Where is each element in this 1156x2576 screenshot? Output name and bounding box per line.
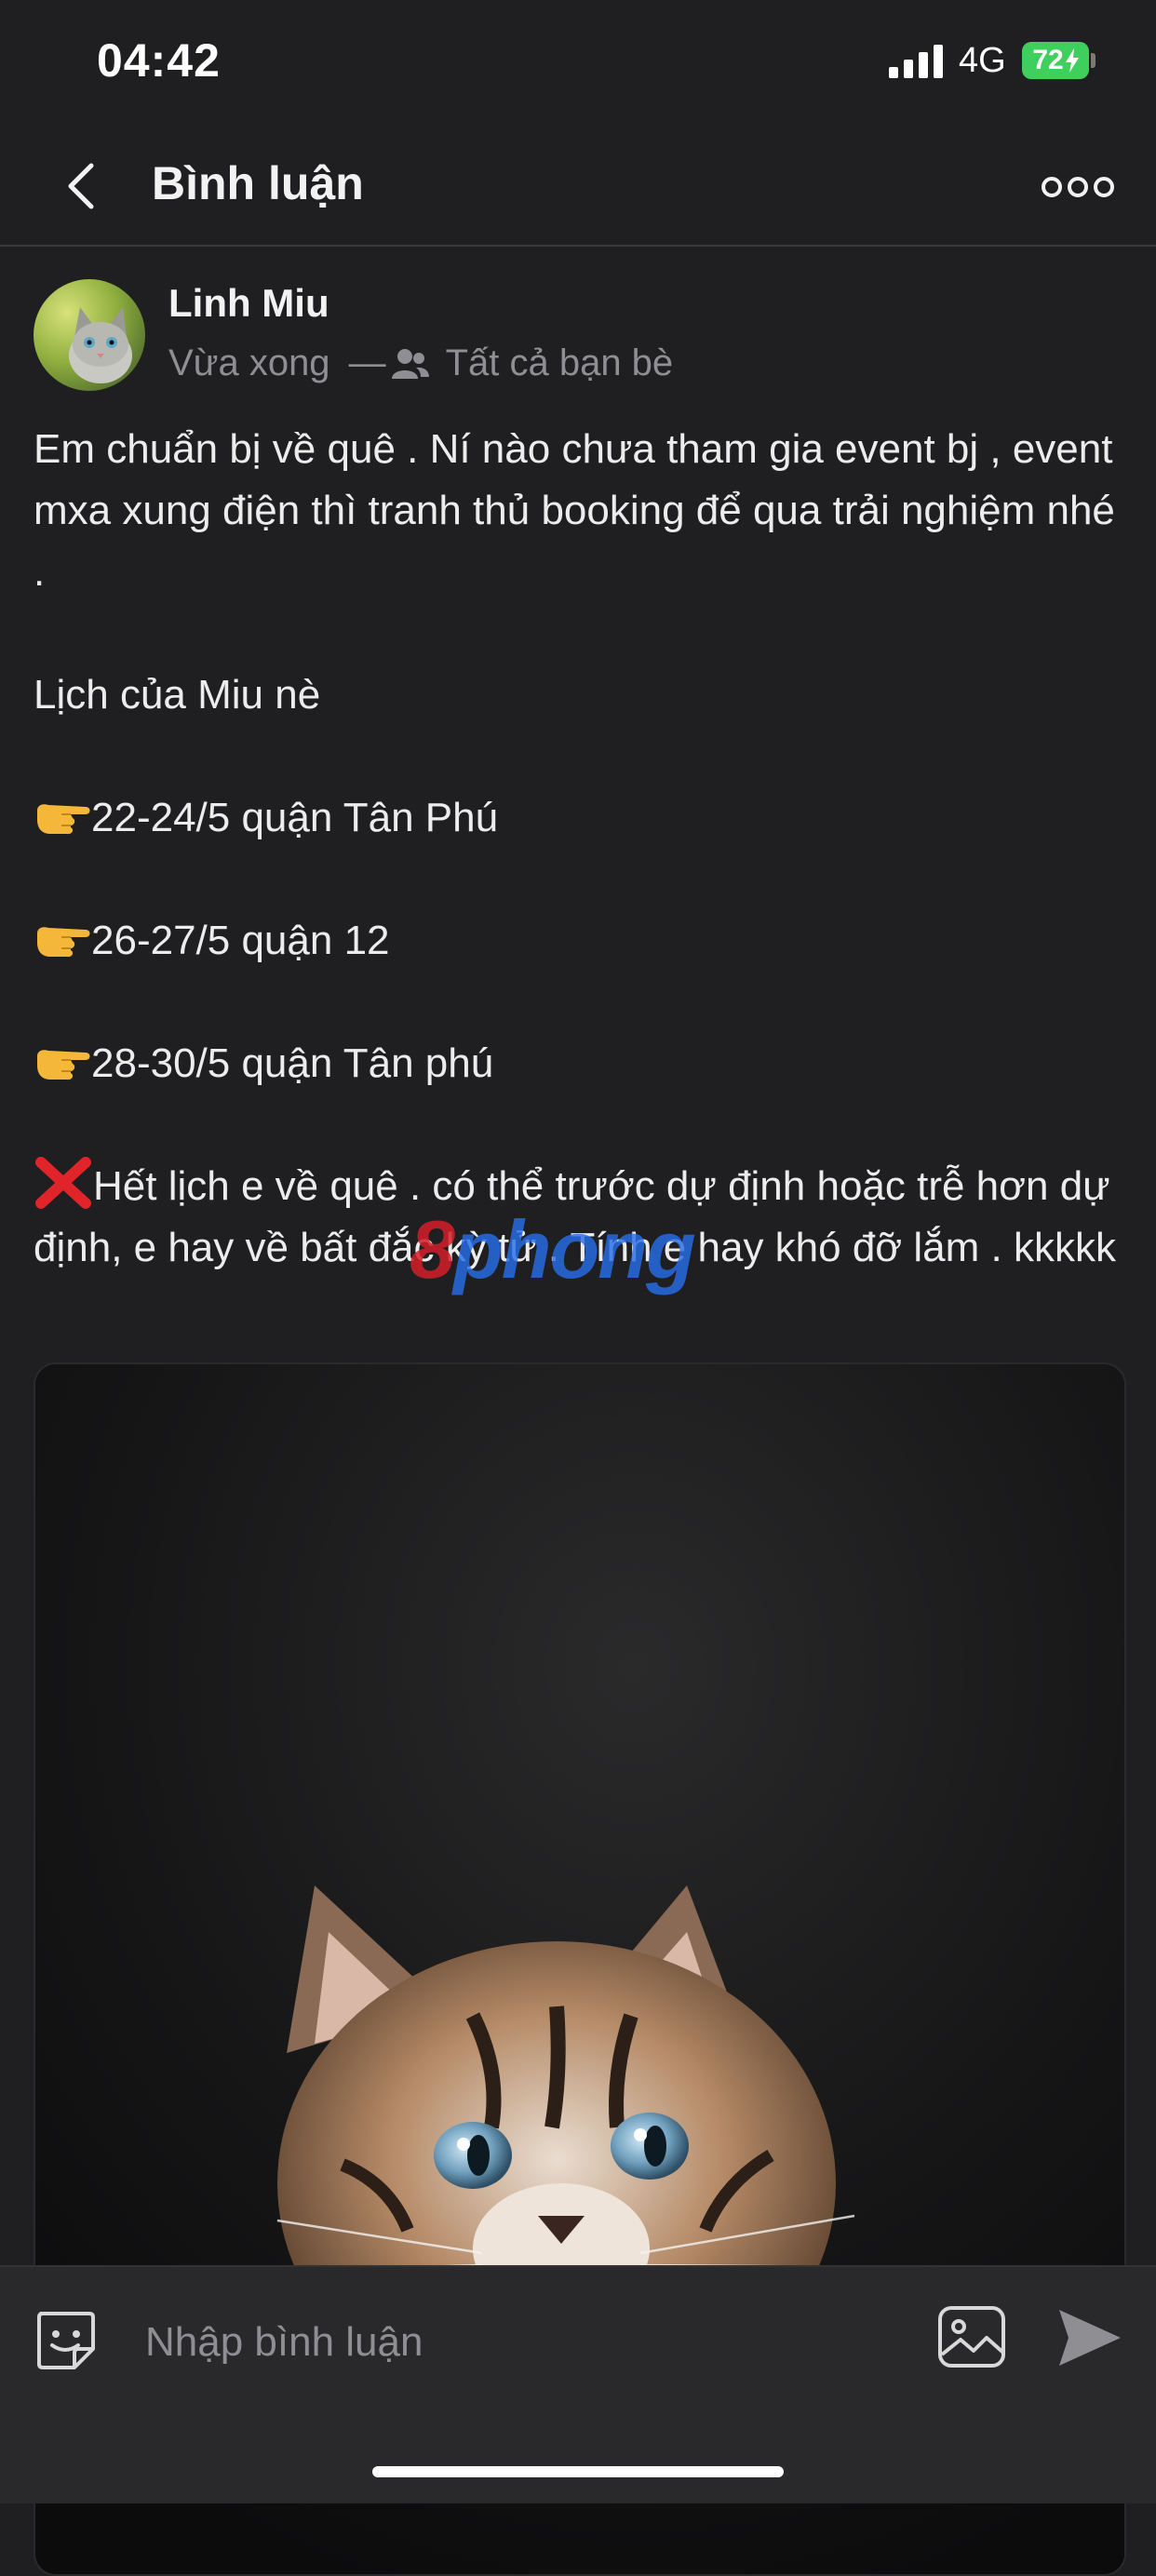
schedule-item-text: 28-30/5 quận Tân phú xyxy=(91,1040,494,1086)
send-icon[interactable] xyxy=(1055,2306,1122,2369)
pointing-hand-emoji xyxy=(37,927,90,958)
post-author-name[interactable]: Linh Miu xyxy=(168,281,329,326)
comment-bar: Nhập bình luận xyxy=(0,2265,1156,2503)
top-nav-bar: Bình luận xyxy=(0,130,1156,247)
meta-separator: — xyxy=(348,342,386,383)
cross-mark-emoji xyxy=(35,1157,91,1209)
watermark-first: 8 xyxy=(410,1203,455,1295)
post-timestamp: Vừa xong xyxy=(168,342,330,383)
pointing-hand-emoji xyxy=(37,804,90,835)
home-indicator xyxy=(372,2466,784,2477)
post-intro-text: Em chuẩn bị về quê . Ní nào chưa tham gi… xyxy=(34,426,1115,595)
status-time: 04:42 xyxy=(97,34,221,87)
schedule-item: 28-30/5 quận Tân phú xyxy=(34,1033,1122,1094)
battery-level: 72 xyxy=(1032,45,1064,75)
post-content: Em chuẩn bị về quê . Ní nào chưa tham gi… xyxy=(34,419,1122,1279)
battery-tip xyxy=(1091,53,1096,68)
post-meta: Vừa xong — Tất cả bạn bè xyxy=(168,342,673,384)
comment-input[interactable]: Nhập bình luận xyxy=(145,2319,423,2366)
watermark-logo: 8phong xyxy=(410,1202,696,1297)
schedule-item: 26-27/5 quận 12 xyxy=(34,910,1122,972)
pointing-hand-emoji xyxy=(37,1050,90,1080)
charging-icon xyxy=(1065,48,1079,73)
friends-icon xyxy=(391,348,429,379)
schedule-item: 22-24/5 quận Tân Phú xyxy=(34,787,1122,849)
battery-indicator: 72 xyxy=(1022,42,1089,79)
avatar-cat-image xyxy=(34,279,145,391)
network-type: 4G xyxy=(959,41,1006,80)
status-bar: 04:42 4G 72 xyxy=(0,0,1156,130)
schedule-item-text: 26-27/5 quận 12 xyxy=(91,918,390,963)
watermark-rest: phong xyxy=(452,1203,696,1295)
chevron-left-icon[interactable] xyxy=(56,158,112,214)
page-title: Bình luận xyxy=(152,157,364,209)
sticker-icon[interactable] xyxy=(32,2306,99,2373)
post-audience: Tất cả bạn bè xyxy=(445,342,674,383)
signal-icon xyxy=(889,45,943,78)
more-dots-icon[interactable] xyxy=(1041,173,1115,201)
avatar[interactable] xyxy=(34,279,145,391)
schedule-item-text: 22-24/5 quận Tân Phú xyxy=(91,795,499,840)
image-icon[interactable] xyxy=(936,2304,1007,2369)
schedule-heading: Lịch của Miu nè xyxy=(34,672,321,718)
